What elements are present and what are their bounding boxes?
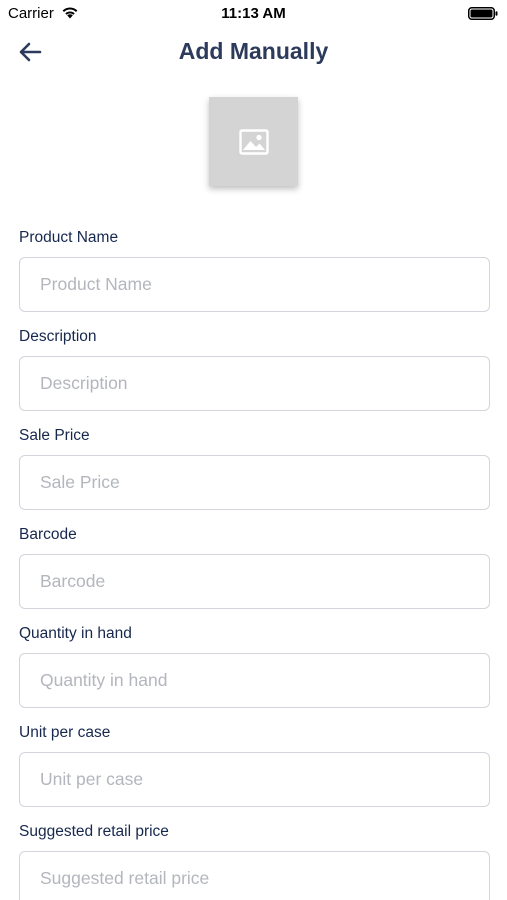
- description-field: Description: [19, 327, 490, 411]
- unit-per-case-input[interactable]: [19, 752, 490, 807]
- description-label: Description: [19, 328, 97, 345]
- sale-price-label: Sale Price: [19, 427, 90, 444]
- product-photo-picker[interactable]: [209, 97, 298, 186]
- battery-full-icon: [468, 7, 498, 20]
- quantity-in-hand-field: Quantity in hand: [19, 624, 490, 708]
- product-name-input[interactable]: [19, 257, 490, 312]
- barcode-input[interactable]: [19, 554, 490, 609]
- quantity-in-hand-label: Quantity in hand: [19, 625, 132, 642]
- image-placeholder-icon: [238, 128, 269, 155]
- unit-per-case-label: Unit per case: [19, 724, 111, 741]
- status-time: 11:13 AM: [221, 5, 286, 22]
- unit-per-case-field: Unit per case: [19, 723, 490, 807]
- quantity-in-hand-input[interactable]: [19, 653, 490, 708]
- barcode-field: Barcode: [19, 525, 490, 609]
- page-title: Add Manually: [178, 38, 329, 64]
- barcode-label: Barcode: [19, 526, 77, 543]
- description-input[interactable]: [19, 356, 490, 411]
- status-bar: Carrier 11:13 AM: [0, 0, 507, 28]
- product-name-label: Product Name: [19, 229, 119, 246]
- suggested-retail-price-field: Suggested retail price: [19, 822, 490, 900]
- sale-price-field: Sale Price: [19, 426, 490, 510]
- navigation-bar: Add Manually: [0, 30, 507, 74]
- product-name-field: Product Name: [19, 228, 490, 312]
- sale-price-input[interactable]: [19, 455, 490, 510]
- suggested-retail-price-label: Suggested retail price: [19, 823, 169, 840]
- suggested-retail-price-input[interactable]: [19, 851, 490, 900]
